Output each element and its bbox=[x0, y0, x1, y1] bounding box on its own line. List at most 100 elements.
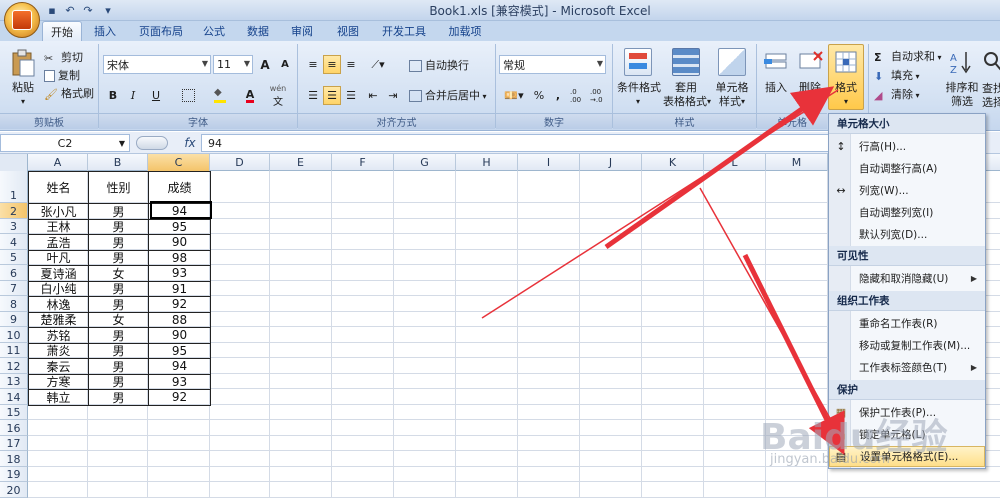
cell-A10[interactable]: 苏铭 bbox=[28, 327, 89, 344]
column-header-M[interactable]: M bbox=[766, 154, 828, 171]
column-header-F[interactable]: F bbox=[332, 154, 394, 171]
clear-button[interactable]: ◢ 清除 ▾ bbox=[874, 86, 944, 102]
insert-function-button[interactable]: fx bbox=[180, 134, 200, 152]
font-color-button[interactable]: A bbox=[236, 86, 264, 105]
cell-B8[interactable]: 男 bbox=[88, 296, 149, 313]
row-header-12[interactable]: 12 bbox=[0, 358, 28, 374]
phonetic-button[interactable]: wén 文 bbox=[266, 84, 290, 108]
menu-item-tab-color[interactable]: 工作表标签颜色(T) ▶ bbox=[829, 357, 985, 378]
menu-item-move-copy-sheet[interactable]: 移动或复制工作表(M)... bbox=[829, 335, 985, 356]
cell-C11[interactable]: 95 bbox=[148, 342, 211, 359]
wrap-text-button[interactable]: 自动换行 bbox=[409, 57, 489, 73]
menu-item-column-width[interactable]: 列宽(W)... bbox=[829, 180, 985, 201]
fill-color-button[interactable]: ◆ bbox=[206, 86, 234, 105]
cell-C3[interactable]: 95 bbox=[148, 218, 211, 235]
fill-button[interactable]: ⬇ 填充 ▾ bbox=[874, 67, 944, 83]
row-header-18[interactable]: 18 bbox=[0, 451, 28, 467]
format-as-table-label-a[interactable]: 套用 bbox=[666, 80, 706, 94]
merge-center-button[interactable]: 合并后居中 ▾ bbox=[409, 87, 493, 103]
paste-button[interactable]: 粘贴 bbox=[6, 80, 40, 94]
delete-cells-icon[interactable] bbox=[796, 48, 824, 76]
cell-B4[interactable]: 男 bbox=[88, 234, 149, 251]
find-select-icon[interactable] bbox=[982, 48, 1000, 76]
chevron-down-icon[interactable]: ▾ bbox=[630, 95, 646, 107]
percent-button[interactable]: % bbox=[531, 86, 547, 105]
tab-view[interactable]: 视图 bbox=[330, 21, 366, 41]
align-right-button[interactable]: ☰ bbox=[342, 86, 360, 105]
font-size-select[interactable]: 11 ▼ bbox=[213, 55, 253, 74]
row-header-14[interactable]: 14 bbox=[0, 389, 28, 405]
row-header-5[interactable]: 5 bbox=[0, 249, 28, 265]
cell-B5[interactable]: 男 bbox=[88, 249, 149, 266]
cell-styles-button[interactable]: 样式 ▾ bbox=[712, 94, 752, 108]
cell-styles-label-a[interactable]: 单元格 bbox=[712, 80, 752, 94]
autosum-button[interactable]: Σ 自动求和 ▾ bbox=[874, 48, 944, 64]
cell-B1[interactable]: 性别 bbox=[88, 171, 149, 204]
orientation-button[interactable]: ⟋▾ bbox=[364, 55, 392, 74]
cell-B10[interactable]: 男 bbox=[88, 327, 149, 344]
row-header-3[interactable]: 3 bbox=[0, 218, 28, 234]
sort-filter-icon[interactable]: AZ bbox=[948, 48, 976, 76]
row-header-15[interactable]: 15 bbox=[0, 404, 28, 420]
number-format-select[interactable]: 常规 ▼ bbox=[499, 55, 606, 74]
bold-button[interactable]: B bbox=[104, 86, 122, 105]
row-header-6[interactable]: 6 bbox=[0, 265, 28, 281]
cell-C14[interactable]: 92 bbox=[148, 389, 211, 406]
tab-developer[interactable]: 开发工具 bbox=[374, 21, 434, 41]
menu-item-rename-sheet[interactable]: 重命名工作表(R) bbox=[829, 313, 985, 334]
cell-B3[interactable]: 男 bbox=[88, 218, 149, 235]
column-header-L[interactable]: L bbox=[704, 154, 766, 171]
chevron-down-icon[interactable]: ▾ bbox=[838, 95, 854, 107]
column-header-C[interactable]: C bbox=[148, 154, 210, 171]
tab-formulas[interactable]: 公式 bbox=[196, 21, 232, 41]
menu-item-autofit-row[interactable]: 自动调整行高(A) bbox=[829, 158, 985, 179]
cell-C8[interactable]: 92 bbox=[148, 296, 211, 313]
cell-C9[interactable]: 88 bbox=[148, 311, 211, 328]
menu-item-autofit-column[interactable]: 自动调整列宽(I) bbox=[829, 202, 985, 223]
cut-button[interactable]: ✂ 剪切 bbox=[44, 49, 96, 65]
cell-B13[interactable]: 男 bbox=[88, 373, 149, 390]
cell-B14[interactable]: 男 bbox=[88, 389, 149, 406]
quick-access-dropdown-icon[interactable]: ▾ bbox=[100, 3, 116, 18]
shrink-font-button[interactable]: A bbox=[276, 55, 294, 74]
decrease-decimal-button[interactable]: .00 →.0 bbox=[589, 86, 607, 105]
cell-A13[interactable]: 方寒 bbox=[28, 373, 89, 390]
cell-C4[interactable]: 90 bbox=[148, 234, 211, 251]
increase-indent-button[interactable]: ⇥ bbox=[384, 86, 402, 105]
cell-A2[interactable]: 张小凡 bbox=[28, 203, 89, 220]
undo-icon[interactable]: ↶ bbox=[62, 3, 78, 18]
align-middle-button[interactable]: ≡ bbox=[323, 55, 341, 74]
column-header-A[interactable]: A bbox=[28, 154, 88, 171]
comma-button[interactable]: , bbox=[550, 86, 566, 105]
column-header-E[interactable]: E bbox=[270, 154, 332, 171]
row-header-20[interactable]: 20 bbox=[0, 482, 28, 498]
border-button[interactable] bbox=[174, 86, 202, 105]
format-as-table-icon[interactable] bbox=[672, 48, 700, 76]
select-all-corner[interactable] bbox=[0, 154, 28, 171]
cell-A5[interactable]: 叶凡 bbox=[28, 249, 89, 266]
accounting-format-button[interactable]: 💴▾ bbox=[500, 86, 528, 105]
redo-icon[interactable]: ↷ bbox=[80, 3, 96, 18]
row-header-2[interactable]: 2 bbox=[0, 203, 28, 219]
sort-filter-label-a[interactable]: 排序和 bbox=[944, 80, 980, 94]
column-header-D[interactable]: D bbox=[210, 154, 270, 171]
cell-C12[interactable]: 94 bbox=[148, 358, 211, 375]
cell-B6[interactable]: 女 bbox=[88, 265, 149, 282]
column-header-J[interactable]: J bbox=[580, 154, 642, 171]
cell-B12[interactable]: 男 bbox=[88, 358, 149, 375]
format-painter-button[interactable]: 🖌 格式刷 bbox=[44, 85, 96, 101]
align-center-button[interactable]: ☰ bbox=[323, 86, 341, 105]
increase-decimal-button[interactable]: .0 .00 bbox=[569, 86, 587, 105]
cell-A6[interactable]: 夏诗涵 bbox=[28, 265, 89, 282]
cell-A1[interactable]: 姓名 bbox=[28, 171, 89, 204]
grow-font-button[interactable]: A bbox=[256, 55, 274, 74]
column-header-H[interactable]: H bbox=[456, 154, 518, 171]
cell-B2[interactable]: 男 bbox=[88, 203, 149, 220]
cell-A4[interactable]: 孟浩 bbox=[28, 234, 89, 251]
paste-dropdown-icon[interactable]: ▾ bbox=[15, 95, 31, 107]
formula-input[interactable]: 94 bbox=[201, 134, 831, 152]
decrease-indent-button[interactable]: ⇤ bbox=[364, 86, 382, 105]
cell-A8[interactable]: 林逸 bbox=[28, 296, 89, 313]
cell-C7[interactable]: 91 bbox=[148, 280, 211, 297]
formula-bar-expand-handle[interactable] bbox=[136, 136, 168, 150]
